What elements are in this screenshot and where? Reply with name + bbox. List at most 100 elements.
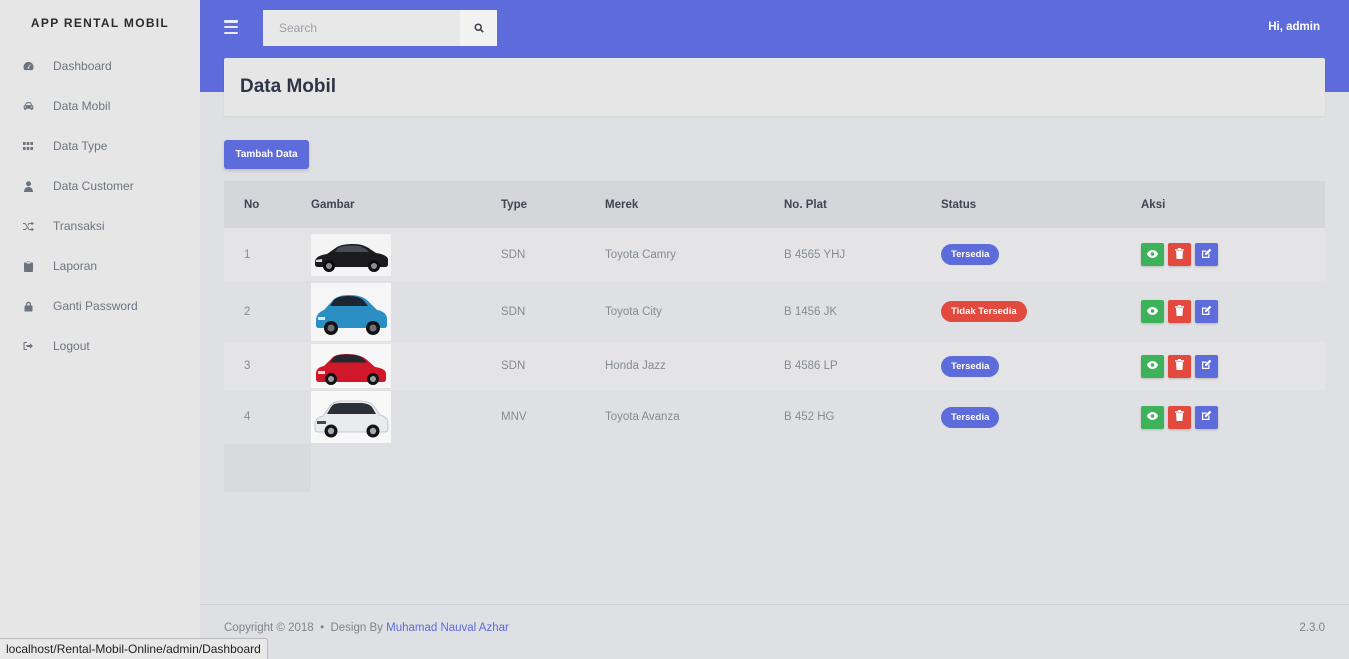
cell-actions: [1141, 300, 1325, 323]
table-row: 4 MNV Toyota Avanza B 452 HG Tersedia: [224, 390, 1325, 444]
cell-actions: [1141, 354, 1325, 378]
view-button[interactable]: [1141, 300, 1164, 323]
status-badge: Tersedia: [941, 244, 1000, 265]
table-row: 2 SDN Toyota City B 1456 JK Tidak Tersed…: [224, 281, 1325, 342]
edit-icon: [1201, 359, 1212, 373]
view-button[interactable]: [1141, 354, 1164, 378]
cell-actions: [1141, 405, 1325, 429]
eye-icon: [1147, 306, 1158, 318]
edit-icon: [1201, 248, 1212, 262]
edit-button[interactable]: [1195, 354, 1218, 378]
delete-button[interactable]: [1168, 354, 1191, 378]
cell-actions: [1141, 243, 1325, 266]
author-link[interactable]: Muhamad Nauval Azhar: [386, 622, 509, 634]
view-button[interactable]: [1141, 243, 1164, 266]
column-header-no: No: [244, 198, 260, 211]
design-by-text: Design By: [330, 622, 383, 634]
car-image-white-mpv: [311, 391, 391, 443]
browser-status-url: localhost/Rental-Mobil-Online/admin/Dash…: [0, 638, 268, 659]
cell-image: [311, 282, 501, 341]
cell-plat: B 452 HG: [784, 411, 835, 423]
version-label: 2.3.0: [1299, 622, 1325, 634]
cell-image: [311, 344, 501, 388]
delete-button[interactable]: [1168, 243, 1191, 266]
eye-icon: [1147, 360, 1158, 372]
cell-image: [311, 391, 501, 443]
table-row: 1 SDN Toyota Camry B 4565 YHJ Tersedia: [224, 228, 1325, 281]
cell-no: 3: [244, 360, 251, 372]
search-input[interactable]: [263, 10, 460, 46]
cell-merek: Toyota Avanza: [605, 411, 680, 423]
column-header-gambar: Gambar: [311, 198, 355, 211]
sidebar-item-label: Data Customer: [53, 179, 134, 193]
cell-status: Tersedia: [941, 406, 1141, 428]
page-footer: Copyright © 2018 • Design By Muhamad Nau…: [200, 604, 1349, 659]
grid-icon: [22, 140, 34, 152]
search-bar: [263, 10, 497, 46]
sidebar-item-logout[interactable]: Logout: [0, 326, 200, 366]
cell-status: Tersedia: [941, 355, 1141, 377]
sidebar-item-dashboard[interactable]: Dashboard: [0, 46, 200, 86]
sidebar-item-laporan[interactable]: Laporan: [0, 246, 200, 286]
footer-credits: Copyright © 2018 • Design By Muhamad Nau…: [224, 622, 509, 634]
cell-type: SDN: [501, 248, 526, 261]
page-header-card: Data Mobil: [224, 58, 1325, 116]
sidebar-item-label: Data Type: [53, 139, 108, 153]
car-image-red-hatchback: [311, 344, 391, 388]
sidebar-item-transaksi[interactable]: Transaksi: [0, 206, 200, 246]
delete-button[interactable]: [1168, 405, 1191, 429]
trash-icon: [1175, 247, 1184, 262]
user-greeting[interactable]: Hi, admin: [1268, 21, 1320, 33]
view-button[interactable]: [1141, 405, 1164, 429]
edit-icon: [1201, 305, 1212, 319]
cell-type: SDN: [501, 305, 526, 318]
copyright-text: Copyright © 2018: [224, 622, 314, 634]
status-badge: Tersedia: [941, 406, 1000, 428]
column-header-merek: Merek: [605, 198, 639, 211]
table-header: No Gambar Type Merek No. Plat Status Aks…: [224, 181, 1325, 228]
add-data-button[interactable]: Tambah Data: [224, 140, 309, 169]
cell-status: Tersedia: [941, 244, 1141, 265]
car-table: No Gambar Type Merek No. Plat Status Aks…: [224, 181, 1325, 444]
sidebar-item-label: Transaksi: [53, 219, 105, 233]
cell-no: 1: [244, 248, 251, 261]
eye-icon: [1147, 249, 1158, 261]
trash-icon: [1175, 304, 1184, 319]
status-badge: Tersedia: [941, 355, 1000, 377]
cell-no: 4: [244, 411, 251, 423]
edit-button[interactable]: [1195, 405, 1218, 429]
sidebar-item-label: Data Mobil: [53, 99, 111, 113]
edit-button[interactable]: [1195, 300, 1218, 323]
cell-merek: Toyota Camry: [605, 248, 676, 261]
cell-type: MNV: [501, 411, 527, 423]
lock-icon: [22, 300, 34, 312]
delete-button[interactable]: [1168, 300, 1191, 323]
cell-plat: B 4586 LP: [784, 360, 838, 372]
search-button[interactable]: [460, 10, 497, 46]
status-badge: Tidak Tersedia: [941, 301, 1027, 322]
menu-toggle-icon[interactable]: [224, 20, 238, 34]
car-icon: [22, 100, 34, 112]
table-footer-cell: [224, 444, 311, 492]
clipboard-icon: [22, 260, 34, 272]
sidebar-item-label: Logout: [53, 339, 90, 353]
edit-button[interactable]: [1195, 243, 1218, 266]
column-header-status: Status: [941, 198, 977, 211]
sidebar-item-label: Laporan: [53, 259, 98, 273]
sidebar-item-data-mobil[interactable]: Data Mobil: [0, 86, 200, 126]
eye-icon: [1147, 411, 1158, 423]
cell-merek: Toyota City: [605, 305, 662, 318]
cell-status: Tidak Tersedia: [941, 301, 1141, 322]
logout-icon: [22, 340, 34, 352]
column-header-type: Type: [501, 198, 527, 211]
car-image-black-sedan: [311, 233, 391, 276]
sidebar-item-ganti-password[interactable]: Ganti Password: [0, 286, 200, 326]
search-icon: [473, 21, 484, 36]
user-icon: [22, 180, 34, 192]
sidebar-item-data-type[interactable]: Data Type: [0, 126, 200, 166]
page-title: Data Mobil: [240, 76, 337, 97]
sidebar-item-data-customer[interactable]: Data Customer: [0, 166, 200, 206]
shuffle-icon: [22, 220, 34, 232]
trash-icon: [1175, 359, 1184, 373]
app-brand: APP RENTAL MOBIL: [30, 16, 170, 30]
